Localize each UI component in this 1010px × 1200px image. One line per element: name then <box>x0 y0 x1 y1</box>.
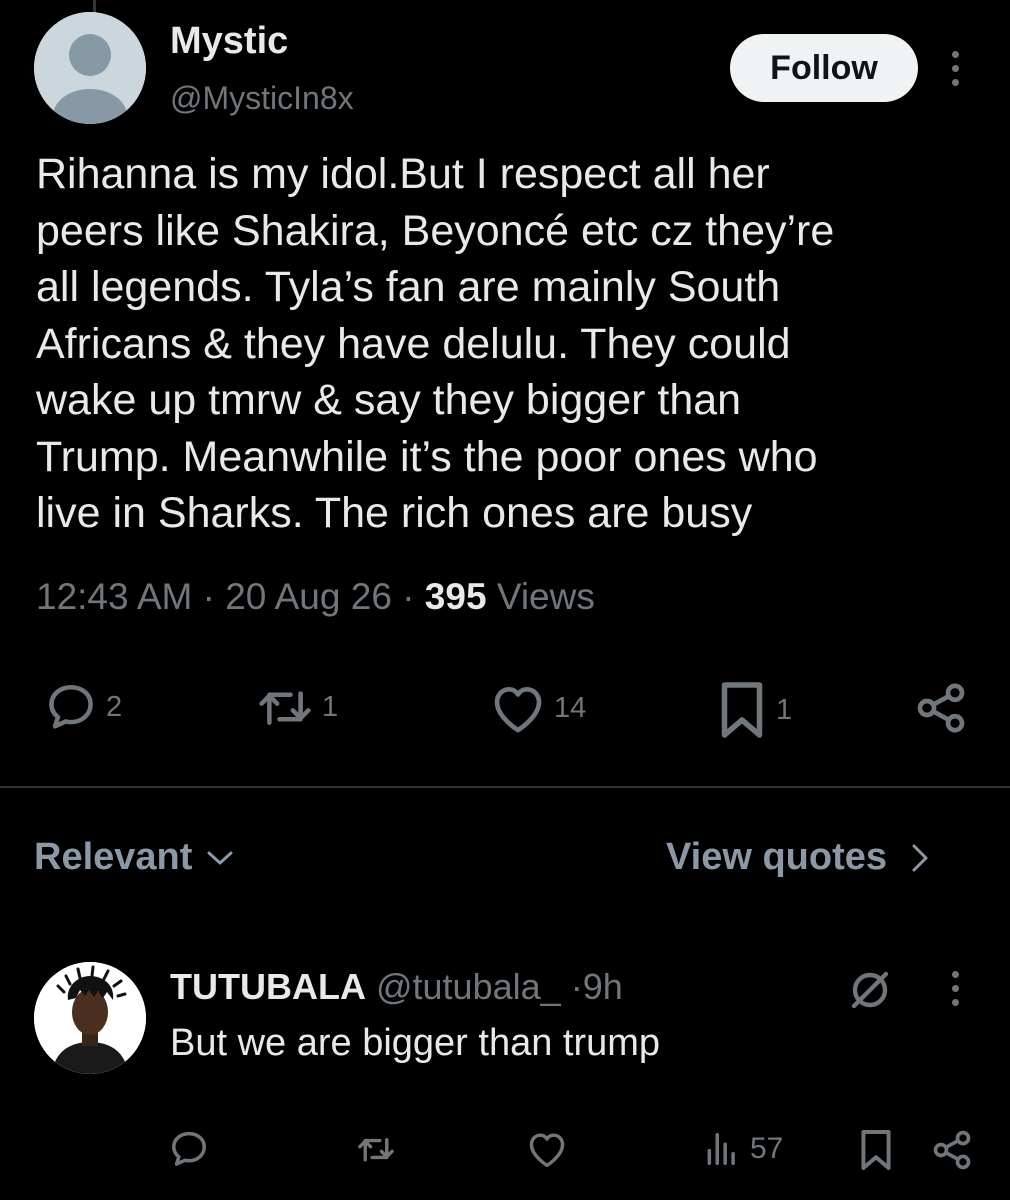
reply-reply-button[interactable] <box>168 1128 210 1170</box>
share-button[interactable] <box>913 680 969 736</box>
reply-separator: · <box>570 966 583 1007</box>
reply-text: But we are bigger than trump <box>170 1022 661 1064</box>
reply-views-count: 57 <box>750 1132 784 1165</box>
view-quotes-link[interactable]: View quotes <box>666 836 929 879</box>
reply-count: 2 <box>106 690 123 723</box>
meta-separator: · <box>402 576 415 617</box>
like-button[interactable]: 14 <box>490 682 586 734</box>
repost-count: 1 <box>322 690 339 723</box>
author-avatar[interactable] <box>34 12 146 124</box>
meta-separator: · <box>202 576 215 617</box>
post-time[interactable]: 12:43 AM <box>36 576 192 617</box>
reply-author-name[interactable]: TUTUBALA <box>170 966 366 1007</box>
reply-repost-button[interactable] <box>356 1130 396 1168</box>
views-count: 395 <box>424 576 487 617</box>
reply-more-icon[interactable] <box>943 968 967 1008</box>
bookmark-icon <box>861 1130 891 1170</box>
like-icon <box>494 687 542 733</box>
default-avatar-icon <box>34 12 146 124</box>
more-icon[interactable] <box>943 45 967 91</box>
grok-button[interactable] <box>846 966 894 1019</box>
post-text: Rihanna is my idol.But I respect all her… <box>36 150 835 537</box>
reply-author-avatar[interactable] <box>34 962 146 1074</box>
share-icon <box>933 1130 971 1170</box>
reply-author-handle[interactable]: @tutubala_ <box>376 966 561 1007</box>
reply-share-button[interactable] <box>930 1128 974 1172</box>
share-icon <box>917 683 965 733</box>
reply-button[interactable]: 2 <box>44 680 122 734</box>
views-label: Views <box>496 576 595 617</box>
like-count: 14 <box>554 691 587 724</box>
user-photo <box>34 962 146 1074</box>
grok-icon <box>851 971 889 1009</box>
bookmark-icon <box>721 682 763 738</box>
post-date[interactable]: 20 Aug 26 <box>225 576 392 617</box>
bookmark-button[interactable]: 1 <box>716 680 792 740</box>
post-meta: 12:43 AM · 20 Aug 26 · 395 Views <box>36 576 595 618</box>
author-handle[interactable]: @MysticIn8x <box>170 80 354 117</box>
views-icon <box>707 1133 735 1165</box>
repost-button[interactable]: 1 <box>256 680 338 734</box>
view-quotes-label: View quotes <box>666 836 888 878</box>
chevron-down-icon <box>207 851 233 864</box>
reply-icon <box>49 684 93 729</box>
reply-icon <box>172 1131 206 1166</box>
reply-header: TUTUBALA @tutubala_ ·9h <box>170 966 623 1008</box>
repost-icon <box>358 1138 394 1162</box>
reply-like-button[interactable] <box>526 1130 568 1168</box>
section-divider <box>0 786 1010 788</box>
bookmark-count: 1 <box>776 693 793 726</box>
repost-icon <box>259 691 311 725</box>
reply-sort-dropdown[interactable]: Relevant <box>34 836 234 879</box>
author-name[interactable]: Mystic <box>170 20 288 63</box>
reply-bookmark-button[interactable] <box>858 1128 894 1172</box>
reply-time[interactable]: 9h <box>583 966 623 1007</box>
reply-views-button[interactable]: 57 <box>702 1130 783 1168</box>
like-icon <box>529 1133 565 1168</box>
follow-button[interactable]: Follow <box>730 34 918 102</box>
chevron-right-icon <box>912 844 928 871</box>
sort-label: Relevant <box>34 836 193 878</box>
